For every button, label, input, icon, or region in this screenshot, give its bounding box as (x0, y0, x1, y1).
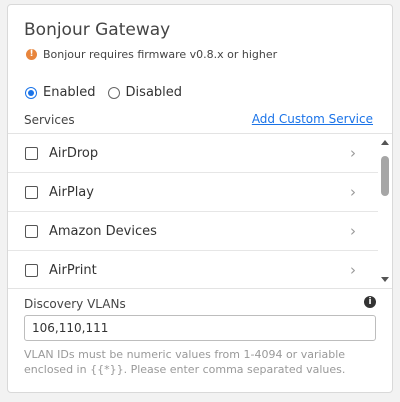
list-item[interactable]: AirDrop › (8, 134, 378, 173)
enabled-radio-label: Enabled (43, 85, 96, 100)
add-custom-service-link[interactable]: Add Custom Service (252, 112, 373, 126)
list-item[interactable]: AirPlay › (8, 173, 378, 212)
chevron-right-icon[interactable]: › (350, 144, 356, 162)
info-icon[interactable]: i (364, 296, 376, 308)
enabled-radio-option[interactable]: Enabled (25, 85, 96, 100)
list-item[interactable]: AirPrint › (8, 251, 378, 288)
services-list: AirDrop › AirPlay › Amazon Devices › Air… (8, 133, 392, 289)
service-label: AirDrop (49, 145, 99, 161)
disabled-radio-option[interactable]: Disabled (107, 85, 183, 100)
service-checkbox[interactable] (25, 263, 38, 277)
firmware-warning-text: Bonjour requires firmware v0.8.x or high… (43, 48, 278, 61)
exclamation-icon: ! (26, 49, 37, 60)
chevron-right-icon[interactable]: › (350, 261, 356, 279)
service-checkbox[interactable] (25, 146, 38, 160)
chevron-right-icon[interactable]: › (350, 183, 356, 201)
firmware-warning: ! Bonjour requires firmware v0.8.x or hi… (26, 48, 277, 61)
service-checkbox[interactable] (25, 185, 38, 199)
chevron-right-icon[interactable]: › (350, 222, 356, 240)
disabled-radio[interactable] (107, 86, 120, 99)
discovery-vlans-hint: VLAN IDs must be numeric values from 1-4… (24, 348, 346, 376)
enabled-radio[interactable] (25, 86, 37, 99)
discovery-vlans-label: Discovery VLANs (24, 297, 126, 311)
service-label: Amazon Devices (49, 223, 157, 239)
services-scrollbar[interactable] (378, 134, 392, 288)
service-checkbox[interactable] (25, 224, 38, 238)
service-label: AirPrint (49, 262, 97, 278)
list-item[interactable]: Amazon Devices › (8, 212, 378, 251)
panel-title: Bonjour Gateway (24, 20, 171, 40)
scroll-up-arrow-icon[interactable] (381, 140, 389, 145)
scrollbar-thumb[interactable] (381, 156, 389, 196)
mode-radio-group: Enabled Disabled (25, 85, 182, 100)
disabled-radio-label: Disabled (125, 85, 183, 100)
scroll-down-arrow-icon[interactable] (381, 277, 389, 282)
discovery-vlans-input[interactable] (24, 315, 376, 341)
services-label: Services (24, 113, 75, 127)
service-label: AirPlay (49, 184, 94, 200)
bonjour-gateway-panel: Bonjour Gateway ! Bonjour requires firmw… (7, 4, 393, 393)
